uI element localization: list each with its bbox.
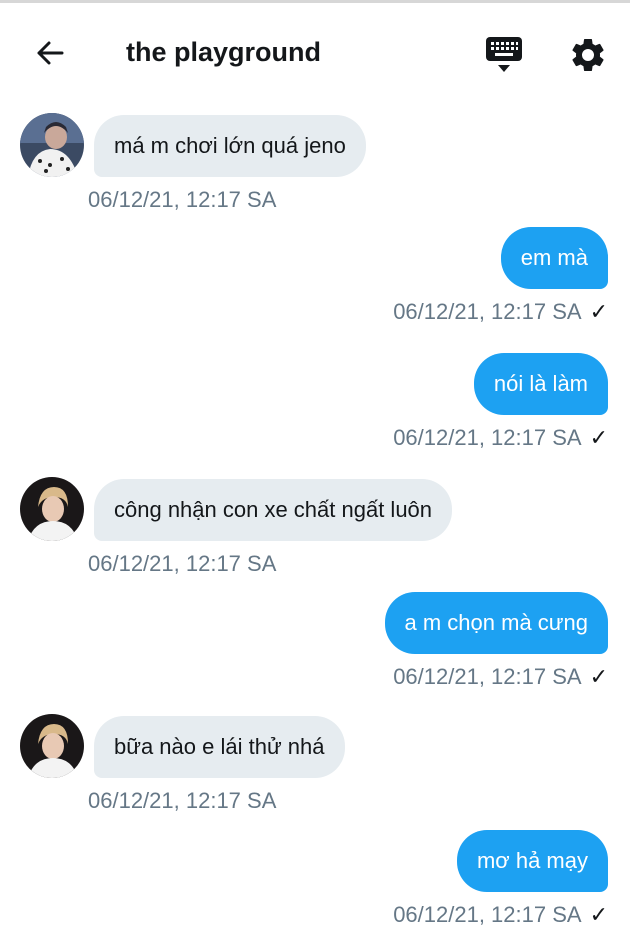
sent-check-icon: ✓ xyxy=(589,299,608,324)
keyboard-button[interactable] xyxy=(484,33,524,77)
avatar[interactable] xyxy=(20,477,84,541)
message-timestamp: 06/12/21, 12:17 SA xyxy=(393,902,582,927)
message-timestamp-row: 06/12/21, 12:17 SA ✓ xyxy=(393,425,608,451)
conversation-title: the playground xyxy=(126,37,321,67)
message-timestamp: 06/12/21, 12:17 SA xyxy=(88,187,277,212)
message-timestamp: 06/12/21, 12:17 SA xyxy=(393,664,582,689)
avatar[interactable] xyxy=(20,714,84,778)
sent-check-icon: ✓ xyxy=(589,425,608,450)
avatar-image xyxy=(20,113,84,177)
message-timestamp-row: 06/12/21, 12:17 SA ✓ xyxy=(393,299,608,325)
sent-check-icon: ✓ xyxy=(589,902,608,927)
message-bubble-outgoing[interactable]: a m chọn mà cưng xyxy=(384,592,608,654)
sent-check-icon: ✓ xyxy=(589,664,608,689)
message-timestamp: 06/12/21, 12:17 SA xyxy=(393,299,582,324)
message-bubble-incoming[interactable]: má m chơi lớn quá jeno xyxy=(94,115,366,177)
message-timestamp: 06/12/21, 12:17 SA xyxy=(393,425,582,450)
settings-button[interactable] xyxy=(566,33,610,77)
avatar[interactable] xyxy=(20,113,84,177)
message-timestamp-row: 06/12/21, 12:17 SA ✓ xyxy=(393,664,608,690)
message-bubble-outgoing[interactable]: nói là làm xyxy=(473,353,608,415)
message-bubble-outgoing[interactable]: mơ hả mạy xyxy=(456,830,608,892)
avatar-image xyxy=(20,477,84,541)
gear-icon xyxy=(572,38,604,71)
arrow-left-icon xyxy=(37,41,64,65)
keyboard-icon xyxy=(486,37,522,72)
message-timestamp: 06/12/21, 12:17 SA xyxy=(88,551,277,576)
message-timestamp: 06/12/21, 12:17 SA xyxy=(88,788,277,813)
avatar-image xyxy=(20,714,84,778)
message-timestamp-row: 06/12/21, 12:17 SA ✓ xyxy=(393,902,608,928)
message-bubble-incoming[interactable]: bữa nào e lái thử nhá xyxy=(94,716,345,778)
message-bubble-outgoing[interactable]: em mà xyxy=(500,227,608,289)
message-bubble-incoming[interactable]: công nhận con xe chất ngất luôn xyxy=(94,479,453,541)
conversation-header: the playground xyxy=(0,3,630,98)
back-button[interactable] xyxy=(30,33,70,73)
